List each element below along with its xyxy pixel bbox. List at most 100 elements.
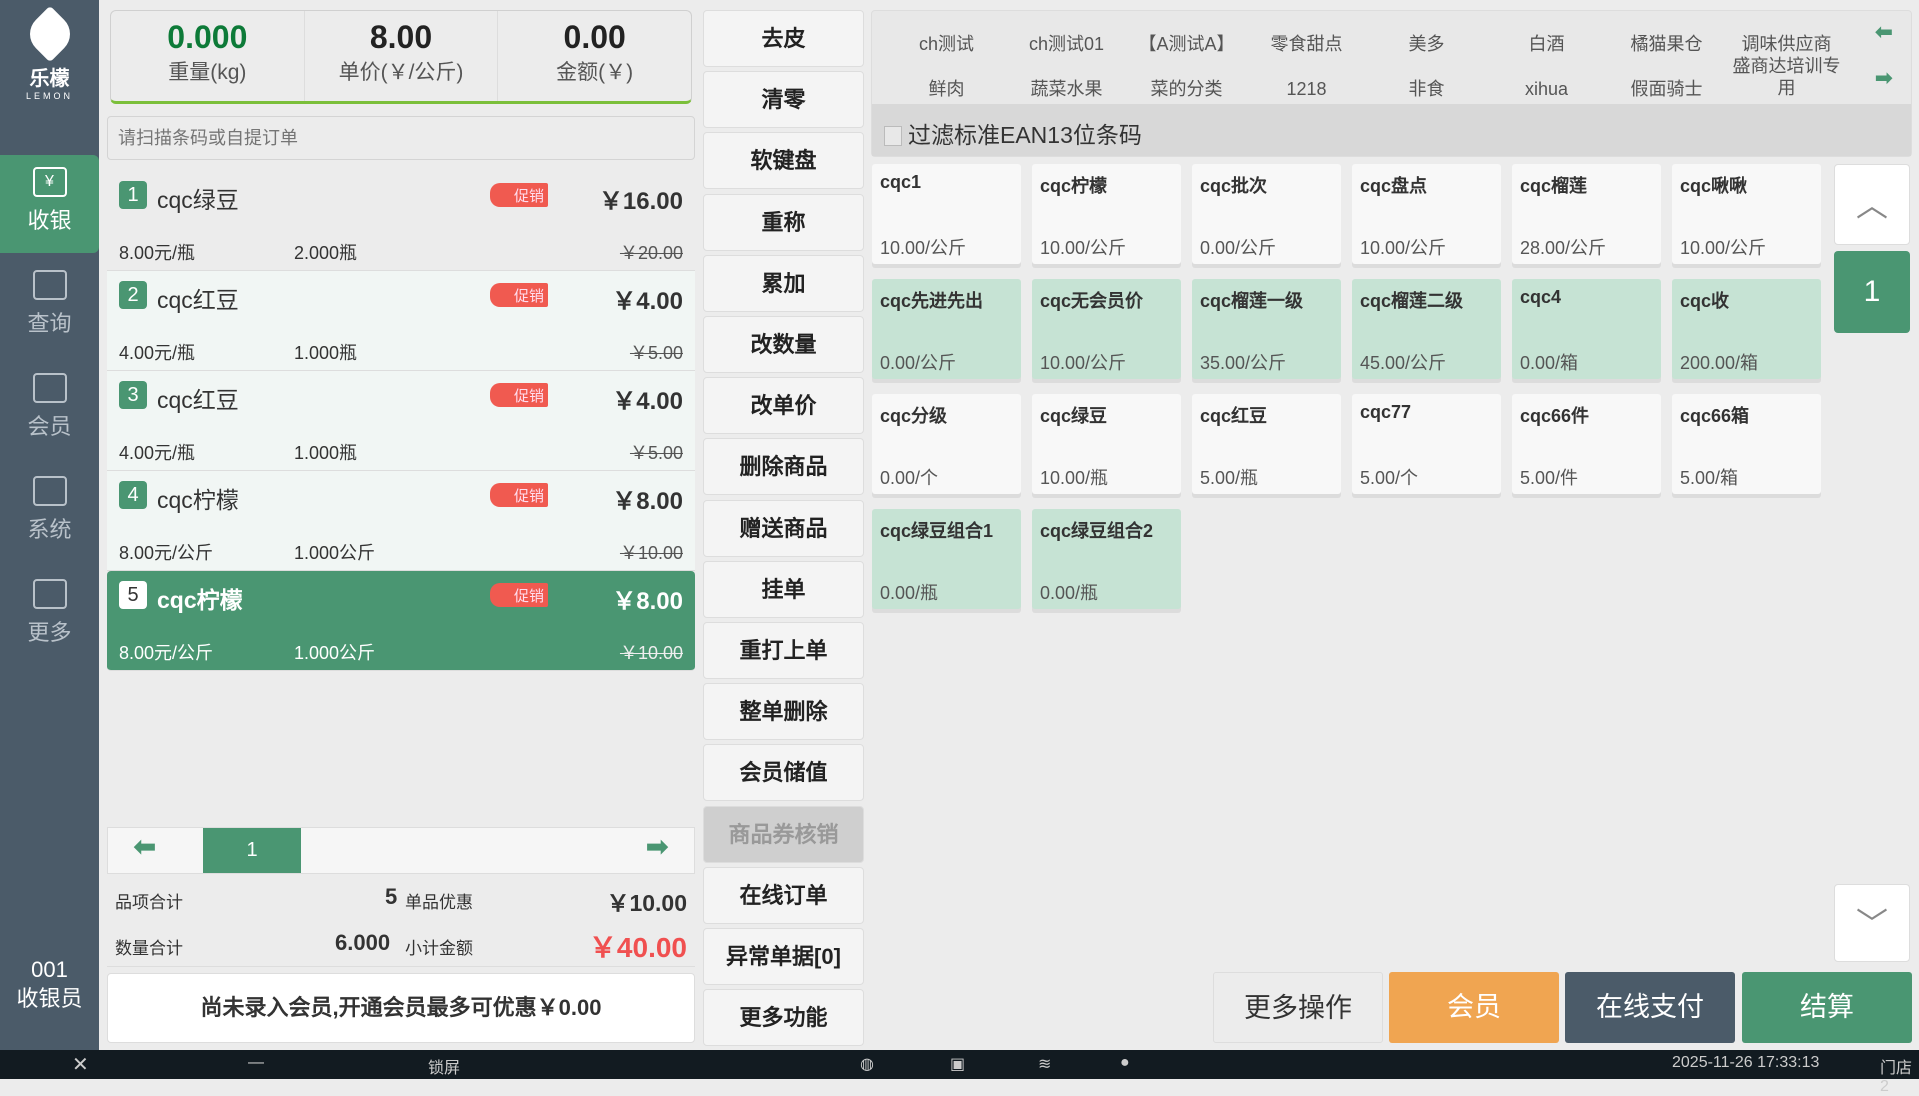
barcode-search-input[interactable] <box>107 116 695 160</box>
promo-tag-icon: 促销 <box>490 483 549 507</box>
function-button[interactable]: 异常单据[0] <box>703 928 864 985</box>
function-button[interactable]: 重称 <box>703 193 864 251</box>
category-tab[interactable]: 白酒 <box>1489 33 1604 55</box>
function-button[interactable]: 整单删除 <box>703 683 864 741</box>
product-tile[interactable]: cqc榴莲二级 45.00/公斤 <box>1352 279 1501 379</box>
weight-value: 0.000 <box>167 19 248 55</box>
globe-icon[interactable]: ◍ <box>860 1054 874 1074</box>
sidebar-item-more[interactable]: 更多 <box>0 567 99 665</box>
store-name: 门店2 <box>1880 1060 1913 1095</box>
checkbox-icon[interactable] <box>884 126 902 146</box>
function-button[interactable]: 清零 <box>703 71 864 129</box>
cashier-info: 001 收银员 <box>16 957 83 1011</box>
more-actions-button[interactable]: 更多操作 <box>1213 972 1383 1043</box>
online-pay-button[interactable]: 在线支付 <box>1565 972 1735 1043</box>
cart-item[interactable]: 5 cqc柠檬 促销 ￥8.00 8.00元/公斤 1.000公斤 ￥10.00 <box>107 571 695 671</box>
function-button[interactable]: 删除商品 <box>703 438 864 496</box>
category-tab[interactable]: 鲜肉 <box>889 78 1004 100</box>
item-count: 5 <box>385 884 398 909</box>
discount-total: ￥10.00 <box>606 890 687 916</box>
close-icon[interactable]: ✕ <box>72 1052 89 1077</box>
cart-pager: ⬅ 1 ➡ <box>107 827 695 874</box>
cart-item[interactable]: 4 cqc柠檬 促销 ￥8.00 8.00元/公斤 1.000公斤 ￥10.00 <box>107 471 695 571</box>
member-button[interactable]: 会员 <box>1389 972 1559 1043</box>
promo-tag-icon: 促销 <box>490 183 549 207</box>
category-tab[interactable]: ch测试 <box>889 33 1004 55</box>
product-tile[interactable]: cqc66箱 5.00/箱 <box>1672 394 1821 494</box>
function-button[interactable]: 更多功能 <box>703 989 864 1047</box>
cart-item[interactable]: 2 cqc红豆 促销 ￥4.00 4.00元/瓶 1.000瓶 ￥5.00 <box>107 271 695 371</box>
datetime: 2025-11-26 17:33:13 <box>1672 1054 1820 1071</box>
unit-price-value: 8.00 <box>369 19 433 55</box>
category-tab[interactable]: 蔬菜水果 <box>1009 78 1124 100</box>
grid-icon <box>32 579 67 609</box>
minimize-icon[interactable]: — <box>248 1054 264 1072</box>
category-tab[interactable]: 盛商达培训专用 <box>1729 55 1844 99</box>
checkout-button[interactable]: 结算 <box>1742 972 1912 1043</box>
category-prev-arrow-icon[interactable]: ⬅ <box>1875 19 1893 45</box>
product-tile[interactable]: cqc收 200.00/箱 <box>1672 279 1821 379</box>
sidebar: 乐檬 LEMON ¥ 收银 查询 会员 系统 更多 001 收银员 <box>0 0 99 1050</box>
function-button[interactable]: 软键盘 <box>703 132 864 190</box>
category-tab[interactable]: 零食甜点 <box>1249 33 1364 55</box>
category-tab[interactable]: 非食 <box>1369 78 1484 100</box>
function-button[interactable]: 在线订单 <box>703 866 864 924</box>
diamond-icon <box>32 373 67 403</box>
sidebar-item-system[interactable]: 系统 <box>0 464 99 562</box>
function-button[interactable]: 赠送商品 <box>703 499 864 557</box>
product-tile[interactable]: cqc77 5.00/个 <box>1352 394 1501 494</box>
product-tile[interactable]: cqc啾啾 10.00/公斤 <box>1672 164 1821 264</box>
product-tile[interactable]: cqc4 0.00/箱 <box>1512 279 1661 379</box>
product-tile[interactable]: cqc无会员价 10.00/公斤 <box>1032 279 1181 379</box>
function-button[interactable]: 改单价 <box>703 377 864 435</box>
category-tab[interactable]: 【A测试A】 <box>1129 33 1244 55</box>
function-button[interactable]: 去皮 <box>703 10 864 67</box>
category-tab[interactable]: 橘猫果仓 <box>1609 33 1724 55</box>
product-tile[interactable]: cqc1 10.00/公斤 <box>872 164 1021 264</box>
sidebar-item-cashier[interactable]: ¥ 收银 <box>0 155 99 253</box>
cart-item[interactable]: 3 cqc红豆 促销 ￥4.00 4.00元/瓶 1.000瓶 ￥5.00 <box>107 371 695 471</box>
category-tab[interactable]: 调味供应商 <box>1729 33 1844 55</box>
scroll-up-button[interactable]: ︿ <box>1834 164 1910 245</box>
product-tile[interactable]: cqc绿豆 10.00/瓶 <box>1032 394 1181 494</box>
wifi-icon[interactable]: ≋ <box>1038 1054 1051 1074</box>
product-tile[interactable]: cqc绿豆组合1 0.00/瓶 <box>872 509 1021 609</box>
category-tab[interactable]: 美多 <box>1369 33 1484 55</box>
category-tab[interactable]: ch测试01 <box>1009 33 1124 55</box>
product-tile[interactable]: cqc榴莲 28.00/公斤 <box>1512 164 1661 264</box>
cart-item[interactable]: 1 cqc绿豆 促销 ￥16.00 8.00元/瓶 2.000瓶 ￥20.00 <box>107 171 695 271</box>
monitor-icon[interactable]: ▣ <box>950 1054 965 1074</box>
category-tab[interactable]: xihua <box>1489 78 1604 100</box>
promo-tag-icon: 促销 <box>490 383 549 407</box>
next-page-arrow-icon[interactable]: ➡ <box>646 830 669 863</box>
sidebar-item-query[interactable]: 查询 <box>0 258 99 356</box>
lock-screen-button[interactable]: 锁屏 <box>428 1054 460 1078</box>
category-tab[interactable]: 1218 <box>1249 78 1364 100</box>
sidebar-item-member[interactable]: 会员 <box>0 361 99 459</box>
cart-page-number: 1 <box>203 828 301 873</box>
member-notice[interactable]: 尚未录入会员,开通会员最多可优惠￥0.00 <box>107 973 695 1043</box>
ean13-filter-checkbox[interactable]: 过滤标准EAN13位条码 <box>872 104 1911 156</box>
product-tile[interactable]: cqc分级 0.00/个 <box>872 394 1021 494</box>
function-button[interactable]: 会员储值 <box>703 744 864 802</box>
function-button[interactable]: 改数量 <box>703 316 864 373</box>
function-button[interactable]: 重打上单 <box>703 622 864 679</box>
category-next-arrow-icon[interactable]: ➡ <box>1875 65 1893 91</box>
product-tile[interactable]: cqc先进先出 0.00/公斤 <box>872 279 1021 379</box>
function-button[interactable]: 挂单 <box>703 560 864 618</box>
product-tile[interactable]: cqc绿豆组合2 0.00/瓶 <box>1032 509 1181 609</box>
function-button[interactable]: 累加 <box>703 254 864 312</box>
product-tile[interactable]: cqc批次 0.00/公斤 <box>1192 164 1341 264</box>
category-tab[interactable]: 假面骑士 <box>1609 78 1724 100</box>
product-tile[interactable]: cqc红豆 5.00/瓶 <box>1192 394 1341 494</box>
product-tile[interactable]: cqc柠檬 10.00/公斤 <box>1032 164 1181 264</box>
subtotal: ￥40.00 <box>588 932 687 963</box>
scale-display: 0.000 重量(kg) 8.00 单价(￥/公斤) 0.00 金额(￥) <box>110 10 692 104</box>
product-tile[interactable]: cqc榴莲一级 35.00/公斤 <box>1192 279 1341 379</box>
cash-register-icon: ¥ <box>32 167 67 197</box>
product-tile[interactable]: cqc66件 5.00/件 <box>1512 394 1661 494</box>
scroll-down-button[interactable]: ﹀ <box>1834 884 1910 962</box>
category-tab[interactable]: 菜的分类 <box>1129 78 1244 100</box>
prev-page-arrow-icon[interactable]: ⬅ <box>133 830 156 863</box>
product-tile[interactable]: cqc盘点 10.00/公斤 <box>1352 164 1501 264</box>
